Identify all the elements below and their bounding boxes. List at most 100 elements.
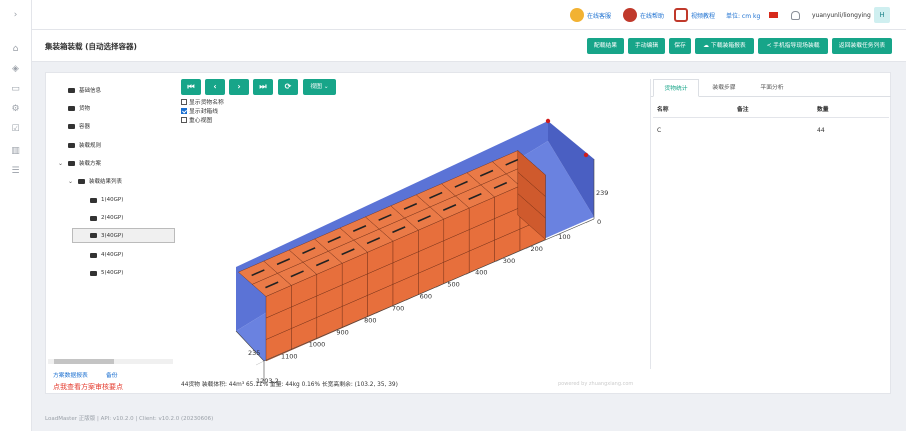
chevron-left-icon: ‹ xyxy=(213,82,217,91)
back-to-tasks-button[interactable]: 返回装载任务列表 xyxy=(832,38,892,54)
online-help-link[interactable]: 在线帮助 xyxy=(623,8,664,22)
length-tick-label: 400 xyxy=(475,269,487,277)
folder-icon xyxy=(90,197,97,203)
bell-icon xyxy=(791,10,800,20)
folder-icon xyxy=(90,215,97,221)
backup-link[interactable]: 备份 xyxy=(106,370,118,379)
seal-marker xyxy=(545,118,551,124)
folder-icon xyxy=(68,87,75,93)
user-avatar[interactable]: H xyxy=(874,7,890,23)
tree-item-load-rules[interactable]: 装载规则 xyxy=(68,138,101,152)
icon-rail: › ⌂ ◈ ▭ ⚙ ☑ ▥ ☰ xyxy=(0,0,32,431)
zero-label: 0 xyxy=(597,218,601,226)
folder-icon xyxy=(90,252,97,258)
video-tutorial-link[interactable]: 视频教程 xyxy=(674,8,715,22)
main-panel: 基础信息 货物 容器 装载规则 ⌄ 装载方案 ⌄ 装载结果列表 1(40GP) xyxy=(45,72,891,394)
tree-item-result-list[interactable]: ⌄ 装载结果列表 xyxy=(68,174,122,188)
next-button[interactable]: › xyxy=(229,79,249,95)
chevron-right-icon: › xyxy=(237,82,241,91)
load-summary: 44货物 装载体积: 44m³ 65.11% 重量: 44kg 0.16% 长宽… xyxy=(181,382,398,388)
prev-button[interactable]: ‹ xyxy=(205,79,225,95)
list-icon[interactable]: ☰ xyxy=(10,166,21,177)
last-button[interactable]: ⏭ xyxy=(253,79,273,95)
review-hint-link[interactable]: 点我查看方案审核要点 xyxy=(53,382,123,392)
refresh-button[interactable]: ⟳ xyxy=(278,79,298,95)
length-tick-label: 900 xyxy=(336,328,348,336)
unit-selector[interactable]: 单位: cm kg xyxy=(726,8,760,22)
load-result-button[interactable]: 配载结果 xyxy=(587,38,624,54)
mobile-guide-button[interactable]: ≺ 手机指导现场装载 xyxy=(758,38,828,54)
length-tick-label: 1000 xyxy=(309,340,326,348)
length-tick-label: 600 xyxy=(420,293,432,301)
china-flag-icon xyxy=(769,12,778,18)
tab-load-steps[interactable]: 装载步骤 xyxy=(703,79,745,97)
floor-grid-line xyxy=(255,360,265,366)
service-avatar-icon xyxy=(570,8,584,22)
folder-open-icon xyxy=(68,160,75,166)
folder-icon xyxy=(68,123,75,129)
folder-icon xyxy=(90,233,97,238)
seal-marker xyxy=(583,152,589,158)
scrollbar-thumb[interactable] xyxy=(54,359,114,364)
folder-icon xyxy=(68,105,75,111)
notification-button[interactable] xyxy=(791,8,800,22)
online-service-link[interactable]: 在线客服 xyxy=(570,8,611,22)
tree-item-container-3[interactable]: 3(40GP) xyxy=(72,228,175,243)
plan-report-link[interactable]: 方案数据报表 xyxy=(53,370,88,379)
tree-item-goods[interactable]: 货物 xyxy=(68,101,90,115)
chart-icon[interactable]: ▥ xyxy=(10,146,21,157)
right-panel: 货物统计 装载步骤 平面分析 名称 备注 数量 C 44 xyxy=(650,79,891,369)
folder-icon xyxy=(68,142,75,148)
tree-item-basic-info[interactable]: 基础信息 xyxy=(68,83,101,97)
height-axis-label: 239 xyxy=(596,189,608,197)
settings-icon[interactable]: ⚙ xyxy=(10,104,21,115)
column-header-count: 数量 xyxy=(817,107,829,113)
username[interactable]: yuanyunli/liongying xyxy=(812,8,871,22)
skip-first-icon: ⏮ xyxy=(187,82,195,91)
check-icon[interactable]: ☑ xyxy=(10,124,21,135)
chevron-down-icon[interactable]: ⌄ xyxy=(58,160,64,167)
expand-icon[interactable]: › xyxy=(10,10,21,21)
tree-item-container-4[interactable]: 4(40GP) xyxy=(90,248,123,262)
chevron-down-icon: ⌄ xyxy=(323,84,329,90)
folder-open-icon xyxy=(78,178,85,184)
plan-tree: 基础信息 货物 容器 装载规则 ⌄ 装载方案 ⌄ 装载结果列表 1(40GP) xyxy=(46,73,176,391)
footer-version: LoadMaster 正版版 | API: v10.2.0 | Client: … xyxy=(45,416,214,422)
manual-edit-button[interactable]: 手动编辑 xyxy=(628,38,665,54)
folder-icon xyxy=(90,270,97,276)
title-bar: 集装箱装载 (自动选择容器) 配载结果 手动编辑 保存 ☁ 下载装箱报表 ≺ 手… xyxy=(32,30,906,62)
tree-item-container-1[interactable]: 1(40GP) xyxy=(90,193,123,207)
length-tick-label: 800 xyxy=(364,316,376,324)
chevron-down-icon[interactable]: ⌄ xyxy=(68,178,74,185)
tree-item-containers[interactable]: 容器 xyxy=(68,119,90,133)
length-tick-label: 700 xyxy=(392,305,404,313)
length-tick-label: 1100 xyxy=(281,352,298,360)
tab-goods-stats[interactable]: 货物统计 xyxy=(653,79,699,97)
truck-icon[interactable]: ▭ xyxy=(10,84,21,95)
save-button[interactable]: 保存 xyxy=(669,38,691,54)
tree-item-container-2[interactable]: 2(40GP) xyxy=(90,211,123,225)
length-tick-label: 100 xyxy=(558,233,570,241)
tree-horizontal-scrollbar[interactable] xyxy=(48,359,173,364)
table-cell-count: 44 xyxy=(817,127,825,134)
powered-by: powered by zhuangxiang.com xyxy=(558,381,634,387)
tab-plane-analysis[interactable]: 平面分析 xyxy=(749,79,795,97)
tree-item-load-plan[interactable]: ⌄ 装载方案 xyxy=(58,156,101,170)
length-tick-label: 500 xyxy=(447,281,459,289)
page-title: 集装箱装载 (自动选择容器) xyxy=(45,42,137,51)
tree-item-container-5[interactable]: 5(40GP) xyxy=(90,266,123,280)
download-report-button[interactable]: ☁ 下载装箱报表 xyxy=(695,38,754,54)
length-tick-label: 300 xyxy=(503,257,515,265)
language-selector[interactable] xyxy=(769,8,778,22)
container-3d-viewer[interactable]: 10020030040050060070080090010001100 235 … xyxy=(176,99,650,389)
cube-icon[interactable]: ◈ xyxy=(10,64,21,75)
length-tick-label: 200 xyxy=(531,245,543,253)
table-cell-name: C xyxy=(657,127,662,134)
right-tabs: 货物统计 装载步骤 平面分析 xyxy=(651,79,891,97)
first-button[interactable]: ⏮ xyxy=(181,79,201,95)
view-dropdown[interactable]: 视图 ⌄ xyxy=(303,79,336,95)
home-icon[interactable]: ⌂ xyxy=(10,44,21,55)
divider xyxy=(653,117,889,118)
top-header: 在线客服 在线帮助 视频教程 单位: cm kg yuanyunli/liong… xyxy=(32,0,906,30)
refresh-icon: ⟳ xyxy=(284,82,292,91)
